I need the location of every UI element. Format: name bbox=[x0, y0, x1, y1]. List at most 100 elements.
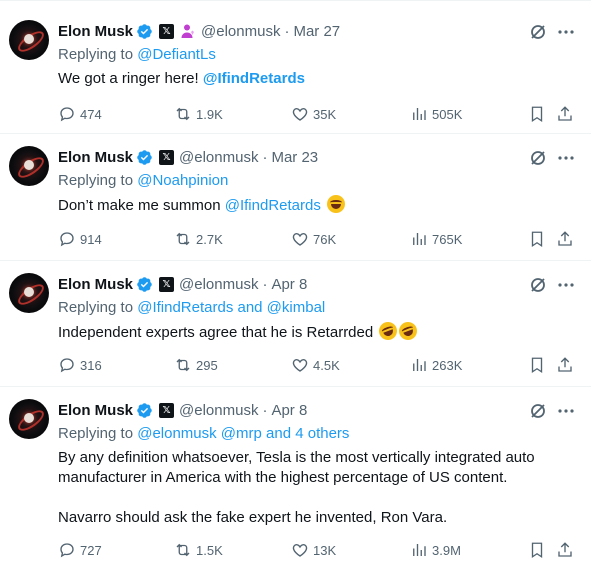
grok-icon[interactable] bbox=[528, 275, 548, 295]
share-button[interactable] bbox=[556, 355, 574, 375]
repost-icon bbox=[176, 107, 190, 121]
laughing-tears-emoji bbox=[327, 195, 346, 213]
replying-to: Replying to @Noahpinion bbox=[58, 172, 228, 192]
x-affiliate-icon[interactable]: 𝕏 bbox=[159, 149, 175, 165]
repost-button[interactable]: 1.5K bbox=[174, 540, 223, 560]
views-icon bbox=[413, 108, 426, 120]
verified-badge-icon[interactable] bbox=[136, 276, 153, 293]
tweet-text: Independent experts agree that he is Ret… bbox=[58, 319, 578, 343]
replying-to: Replying to @elonmusk @mrp and 4 others bbox=[58, 425, 349, 445]
share-icon bbox=[558, 542, 572, 557]
tweet-header: Elon Musk 𝕏 @elonmusk · Mar 23 bbox=[58, 146, 318, 168]
like-icon bbox=[292, 544, 308, 557]
bookmark-button[interactable] bbox=[528, 355, 546, 375]
repost-icon bbox=[176, 543, 190, 557]
mention-link[interactable]: @IfindRetards bbox=[203, 70, 305, 87]
repost-count: 1.5K bbox=[196, 542, 223, 558]
more-icon[interactable] bbox=[556, 22, 576, 42]
reply-button[interactable]: 914 bbox=[58, 229, 102, 249]
avatar[interactable] bbox=[9, 273, 49, 313]
reply-button[interactable]: 474 bbox=[58, 104, 102, 124]
bookmark-button[interactable] bbox=[528, 229, 546, 249]
author-name[interactable]: Elon Musk bbox=[58, 276, 133, 293]
author-handle[interactable]: @elonmusk bbox=[179, 149, 258, 166]
separator-dot: · bbox=[284, 22, 290, 40]
more-icon[interactable] bbox=[556, 148, 576, 168]
bookmark-button[interactable] bbox=[528, 104, 546, 124]
share-button[interactable] bbox=[556, 229, 574, 249]
grok-icon[interactable] bbox=[528, 401, 548, 421]
reply-button[interactable]: 316 bbox=[58, 355, 102, 375]
bookmark-button[interactable] bbox=[528, 540, 546, 560]
bookmark-icon bbox=[531, 357, 543, 374]
tweet-header: Elon Musk 𝕏 @elonmusk · Apr 8 bbox=[58, 273, 307, 295]
replying-to-label: Replying to bbox=[58, 299, 134, 316]
like-button[interactable]: 35K bbox=[291, 104, 336, 124]
views-button[interactable]: 263K bbox=[410, 355, 462, 375]
replying-to-link[interactable]: @Noahpinion bbox=[137, 172, 228, 189]
x-affiliate-icon[interactable]: 𝕏 bbox=[159, 402, 175, 418]
more-icon[interactable] bbox=[556, 275, 576, 295]
x-affiliate-icon[interactable]: 𝕏 bbox=[159, 23, 175, 39]
avatar[interactable] bbox=[9, 146, 49, 186]
avatar[interactable] bbox=[9, 20, 49, 60]
views-button[interactable]: 505K bbox=[410, 104, 462, 124]
replying-to-link[interactable]: @elonmusk @mrp and 4 others bbox=[137, 425, 349, 442]
separator-dot: · bbox=[262, 401, 268, 419]
views-count: 263K bbox=[432, 357, 463, 373]
reply-count: 316 bbox=[80, 357, 102, 373]
author-name[interactable]: Elon Musk bbox=[58, 23, 133, 40]
tweet-time[interactable]: Mar 23 bbox=[271, 149, 318, 166]
views-count: 3.9M bbox=[432, 542, 461, 558]
tweet-text: By any definition whatsoever, Tesla is t… bbox=[58, 448, 578, 528]
replying-to-link[interactable]: @DefiantLs bbox=[137, 46, 216, 63]
tweet[interactable]: Elon Musk 𝕏 @elonmusk · Mar 23 Replying … bbox=[0, 134, 591, 261]
views-button[interactable]: 765K bbox=[410, 229, 462, 249]
views-button[interactable]: 3.9M bbox=[410, 540, 461, 560]
author-handle[interactable]: @elonmusk bbox=[201, 23, 280, 40]
x-affiliate-icon[interactable]: 𝕏 bbox=[159, 276, 175, 292]
like-button[interactable]: 13K bbox=[291, 540, 336, 560]
share-button[interactable] bbox=[556, 540, 574, 560]
grok-icon[interactable] bbox=[528, 148, 548, 168]
verified-badge-icon[interactable] bbox=[136, 402, 153, 419]
tweet[interactable]: Elon Musk 𝕏 @elonmusk · Apr 8 Replying t… bbox=[0, 261, 591, 387]
tweet-actions: 914 2.7K 76K 765K bbox=[58, 229, 578, 249]
author-name[interactable]: Elon Musk bbox=[58, 149, 133, 166]
bookmark-icon bbox=[531, 106, 543, 123]
tweet-time[interactable]: Mar 27 bbox=[293, 23, 340, 40]
avatar[interactable] bbox=[9, 399, 49, 439]
author-name[interactable]: Elon Musk bbox=[58, 402, 133, 419]
views-icon bbox=[413, 233, 426, 245]
reply-count: 914 bbox=[80, 231, 102, 247]
share-button[interactable] bbox=[556, 104, 574, 124]
like-icon bbox=[292, 359, 308, 372]
tweet-header: Elon Musk 𝕏 @elonmusk · Mar 27 bbox=[58, 20, 340, 42]
tweet-time[interactable]: Apr 8 bbox=[271, 402, 307, 419]
author-handle[interactable]: @elonmusk bbox=[179, 402, 258, 419]
like-count: 35K bbox=[313, 106, 337, 122]
tweet[interactable]: Elon Musk 𝕏 @elonmusk · Apr 8 Replying t… bbox=[0, 387, 591, 572]
mention-link[interactable]: @IfindRetards bbox=[225, 197, 321, 214]
like-button[interactable]: 4.5K bbox=[291, 355, 340, 375]
verified-badge-icon[interactable] bbox=[136, 149, 153, 166]
verified-badge-icon[interactable] bbox=[136, 23, 153, 40]
tweet-time[interactable]: Apr 8 bbox=[271, 276, 307, 293]
more-icon[interactable] bbox=[556, 401, 576, 421]
grok-icon[interactable] bbox=[528, 22, 548, 42]
person-affiliate-icon[interactable] bbox=[180, 23, 196, 39]
like-icon bbox=[292, 108, 308, 121]
tweet[interactable]: Elon Musk 𝕏 @elonmusk · Mar 27 Replying … bbox=[0, 0, 591, 134]
replying-to-label: Replying to bbox=[58, 425, 134, 442]
tweet-text-line: By any definition whatsoever, Tesla is t… bbox=[58, 449, 535, 466]
repost-button[interactable]: 2.7K bbox=[174, 229, 223, 249]
reply-button[interactable]: 727 bbox=[58, 540, 102, 560]
like-button[interactable]: 76K bbox=[291, 229, 336, 249]
views-icon bbox=[413, 544, 426, 556]
replying-to-label: Replying to bbox=[58, 172, 134, 189]
author-handle[interactable]: @elonmusk bbox=[179, 276, 258, 293]
replying-to-link[interactable]: @IfindRetards and @kimbal bbox=[137, 299, 325, 316]
repost-button[interactable]: 295 bbox=[174, 355, 218, 375]
repost-button[interactable]: 1.9K bbox=[174, 104, 223, 124]
